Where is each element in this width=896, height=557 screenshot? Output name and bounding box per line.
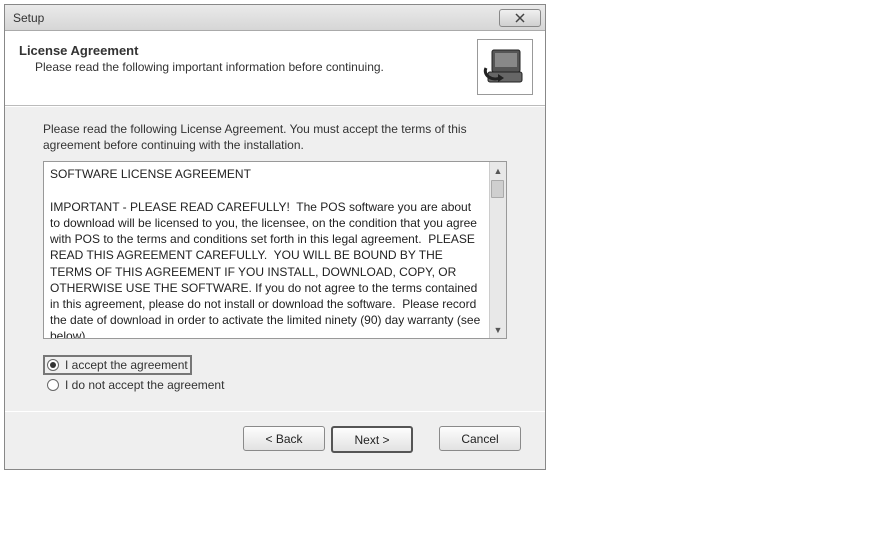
wizard-header: License Agreement Please read the follow… (5, 31, 545, 106)
decline-label: I do not accept the agreement (65, 378, 224, 392)
radio-icon (47, 359, 59, 371)
close-icon (515, 13, 525, 23)
setup-window: Setup License Agreement Please read the … (4, 4, 546, 470)
accept-radio-option[interactable]: I accept the agreement (43, 355, 192, 375)
scroll-thumb[interactable] (491, 180, 504, 198)
back-button[interactable]: < Back (243, 426, 325, 451)
close-button[interactable] (499, 9, 541, 27)
license-text-content: SOFTWARE LICENSE AGREEMENT IMPORTANT - P… (44, 162, 489, 338)
license-textbox[interactable]: SOFTWARE LICENSE AGREEMENT IMPORTANT - P… (43, 161, 507, 339)
scrollbar[interactable]: ▲ ▼ (489, 162, 506, 338)
decline-radio-option[interactable]: I do not accept the agreement (43, 375, 507, 395)
page-subtitle: Please read the following important info… (19, 60, 384, 74)
header-texts: License Agreement Please read the follow… (19, 39, 384, 74)
content-area: Please read the following License Agreem… (5, 106, 545, 411)
scroll-up-arrow-icon[interactable]: ▲ (492, 164, 505, 177)
page-title: License Agreement (19, 43, 384, 58)
cancel-button[interactable]: Cancel (439, 426, 521, 451)
button-bar: < Back Next > Cancel (5, 412, 545, 469)
accept-label: I accept the agreement (65, 358, 188, 372)
installer-icon (477, 39, 533, 95)
next-button[interactable]: Next > (331, 426, 413, 453)
window-title: Setup (13, 11, 44, 25)
instruction-text: Please read the following License Agreem… (43, 121, 507, 153)
scroll-down-arrow-icon[interactable]: ▼ (492, 323, 505, 336)
radio-icon (47, 379, 59, 391)
accept-radio-group: I accept the agreement I do not accept t… (43, 355, 507, 395)
titlebar: Setup (5, 5, 545, 31)
